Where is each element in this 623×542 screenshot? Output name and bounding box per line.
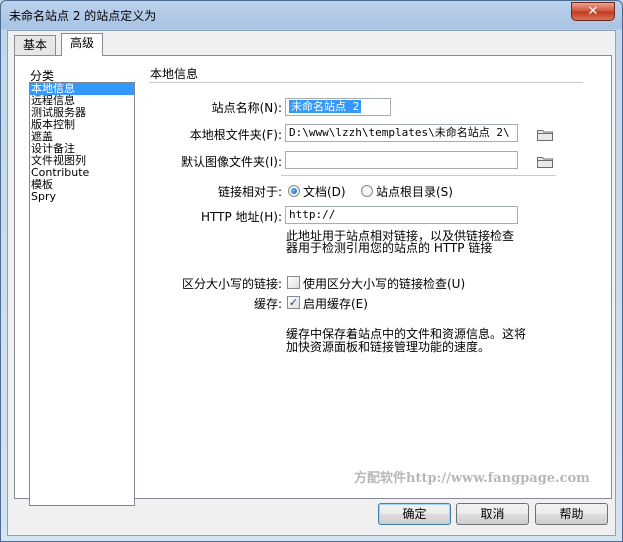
site-name-input[interactable]: 未命名站点 2: [285, 98, 391, 116]
window-title: 未命名站点 2 的站点定义为: [9, 9, 157, 23]
radio-document[interactable]: [288, 185, 300, 197]
category-item-spry[interactable]: Spry: [30, 191, 134, 203]
site-definition-window: 未命名站点 2 的站点定义为 ✕ 基本 高级 分类 本地信息 远程信息 测试服务…: [0, 0, 623, 542]
folder-icon[interactable]: [537, 156, 553, 168]
category-item-testing-server[interactable]: 测试服务器: [30, 107, 134, 119]
site-name-label: 站点名称(N):: [211, 101, 282, 115]
title-bar[interactable]: 未命名站点 2 的站点定义为 ✕: [1, 1, 622, 30]
category-item-remote-info[interactable]: 远程信息: [30, 95, 134, 107]
field-divider: [281, 175, 556, 176]
category-item-local-info[interactable]: 本地信息: [30, 83, 134, 95]
cache-checkbox[interactable]: ✓: [287, 296, 300, 309]
category-item-version-control[interactable]: 版本控制: [30, 119, 134, 131]
cache-label: 缓存:: [253, 297, 282, 311]
section-divider: [149, 82, 583, 83]
tab-basic[interactable]: 基本: [14, 35, 57, 55]
category-item-templates[interactable]: 模板: [30, 179, 134, 191]
close-button[interactable]: ✕: [571, 2, 615, 21]
local-root-input[interactable]: D:\www\lzzh\templates\未命名站点 2\: [285, 124, 518, 142]
watermark: 方配软件http://www.fangpage.com: [354, 471, 590, 486]
folder-icon[interactable]: [537, 129, 553, 141]
category-item-design-notes[interactable]: 设计备注: [30, 143, 134, 155]
category-item-cloaking[interactable]: 遮盖: [30, 131, 134, 143]
cache-option-label[interactable]: 启用缓存(E): [303, 295, 368, 312]
tab-basic-label: 基本: [23, 38, 48, 52]
case-sensitive-label: 区分大小写的链接:: [181, 277, 282, 291]
tab-advanced[interactable]: 高级: [61, 33, 104, 56]
radio-site-root[interactable]: [361, 185, 373, 197]
default-images-input[interactable]: [285, 151, 518, 169]
case-sensitive-checkbox[interactable]: [287, 276, 300, 289]
cache-note-line-2: 加快资源面板和链接管理功能的速度。: [286, 340, 491, 354]
section-title: 本地信息: [150, 67, 199, 81]
category-item-contribute[interactable]: Contribute: [30, 167, 134, 179]
cancel-button[interactable]: 取消: [456, 503, 529, 525]
default-images-label: 默认图像文件夹(I):: [181, 155, 282, 169]
help-button[interactable]: 帮助: [535, 503, 608, 525]
http-address-note-line-2: 器用于检测引用您的站点的 HTTP 链接: [286, 241, 493, 255]
http-address-input[interactable]: http://: [285, 206, 518, 224]
links-relative-label: 链接相对于:: [217, 185, 282, 199]
site-name-value: 未命名站点 2: [289, 100, 362, 113]
dialog-client: 基本 高级 分类 本地信息 远程信息 测试服务器 版本控制 遮盖 设计备注 文件…: [7, 30, 616, 536]
local-root-label: 本地根文件夹(F):: [189, 128, 282, 142]
ok-button[interactable]: 确定: [378, 503, 451, 525]
http-address-label: HTTP 地址(H):: [201, 210, 282, 224]
radio-site-root-label[interactable]: 站点根目录(S): [376, 183, 453, 200]
category-item-file-view-columns[interactable]: 文件视图列: [30, 155, 134, 167]
category-list[interactable]: 本地信息 远程信息 测试服务器 版本控制 遮盖 设计备注 文件视图列 Contr…: [29, 82, 135, 506]
radio-document-label[interactable]: 文档(D): [303, 183, 346, 200]
tab-advanced-label: 高级: [70, 36, 95, 50]
close-icon: ✕: [587, 4, 599, 19]
case-sensitive-option-label[interactable]: 使用区分大小写的链接检查(U): [303, 275, 465, 292]
